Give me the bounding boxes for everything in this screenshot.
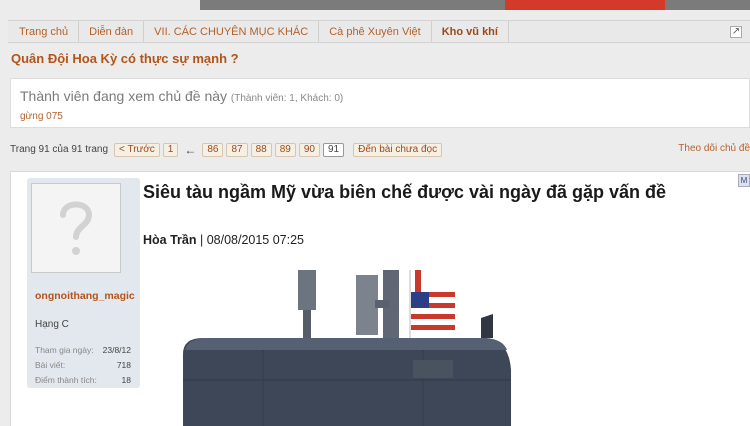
breadcrumb-cafe[interactable]: Cà phê Xuyên Việt [319, 21, 432, 42]
breadcrumb-weapons[interactable]: Kho vũ khí [432, 21, 509, 42]
external-link-icon[interactable]: ↗ [730, 25, 742, 38]
stat-value: 18 [121, 375, 131, 385]
page-link-current[interactable]: 91 [322, 142, 345, 157]
avatar-placeholder-icon [60, 201, 93, 255]
page-link[interactable]: 87 [226, 142, 248, 157]
submarine-photo[interactable] [143, 270, 720, 426]
author-stat-points: Điểm thành tích: 18 [35, 375, 131, 385]
corner-action-button[interactable]: M [738, 174, 750, 187]
author-stat-posts: Bài viết: 718 [35, 360, 131, 370]
post-headline: Siêu tàu ngầm Mỹ vừa biên chế được vài n… [143, 182, 667, 202]
unread-post-button[interactable]: Đến bài chưa đọc [353, 142, 443, 157]
arrow-left-icon[interactable]: ← [184, 143, 196, 157]
breadcrumb-home[interactable]: Trang chủ [8, 21, 80, 42]
author-stat-joined: Tham gia ngày: 23/8/12 [35, 345, 131, 355]
stat-label: Tham gia ngày: [35, 345, 94, 355]
post-author-panel: ongnoithang_magic Hạng C Tham gia ngày: … [27, 178, 140, 388]
post-container: ongnoithang_magic Hạng C Tham gia ngày: … [10, 171, 750, 426]
prev-page-button[interactable]: < Trước [114, 142, 160, 157]
post-byline: Hòa Trần | 08/08/2015 07:25 [143, 233, 304, 247]
page-link[interactable]: 90 [298, 142, 320, 157]
banner-red-band [505, 0, 665, 10]
viewers-panel: Thành viên đang xem chủ đề này (Thành vi… [10, 78, 750, 128]
viewers-heading-text: Thành viên đang xem chủ đề này [20, 88, 228, 104]
author-rank: Hạng C [35, 319, 69, 330]
top-banner-ad[interactable] [200, 0, 750, 10]
byline-author: Hòa Trần [143, 233, 197, 247]
page-link[interactable]: 88 [250, 142, 272, 157]
author-username[interactable]: ongnoithang_magic [35, 290, 135, 302]
page-link[interactable]: 86 [202, 142, 224, 157]
page-indicator: Trang 91 của 91 trang [10, 144, 109, 155]
stat-value: 23/8/12 [102, 345, 131, 355]
breadcrumb-other-sections[interactable]: VII. CÁC CHUYÊN MỤC KHÁC [144, 21, 320, 42]
avatar[interactable] [31, 183, 121, 273]
breadcrumb-forums[interactable]: Diễn đàn [79, 21, 145, 42]
viewers-counts: (Thành viên: 1, Khách: 0) [230, 93, 344, 104]
submarine-illustration [183, 270, 511, 426]
follow-thread-link[interactable]: Theo dõi chủ đề [678, 143, 750, 154]
stat-value: 718 [116, 360, 131, 370]
stat-label: Bài viết: [35, 360, 66, 370]
breadcrumb: Trang chủ Diễn đàn VII. CÁC CHUYÊN MỤC K… [8, 20, 750, 43]
page-link-first[interactable]: 1 [162, 142, 179, 157]
viewer-user-link[interactable]: gừng 075 [20, 111, 63, 122]
page-link[interactable]: 89 [274, 142, 296, 157]
pagination: Trang 91 của 91 trang < Trước 1 ← 86 87 … [10, 142, 445, 157]
byline-date: | 08/08/2015 07:25 [196, 233, 305, 247]
viewers-heading: Thành viên đang xem chủ đề này (Thành vi… [20, 88, 343, 104]
stat-label: Điểm thành tích: [35, 375, 97, 385]
thread-title: Quân Đội Hoa Kỳ có thực sự mạnh ? [11, 51, 239, 66]
